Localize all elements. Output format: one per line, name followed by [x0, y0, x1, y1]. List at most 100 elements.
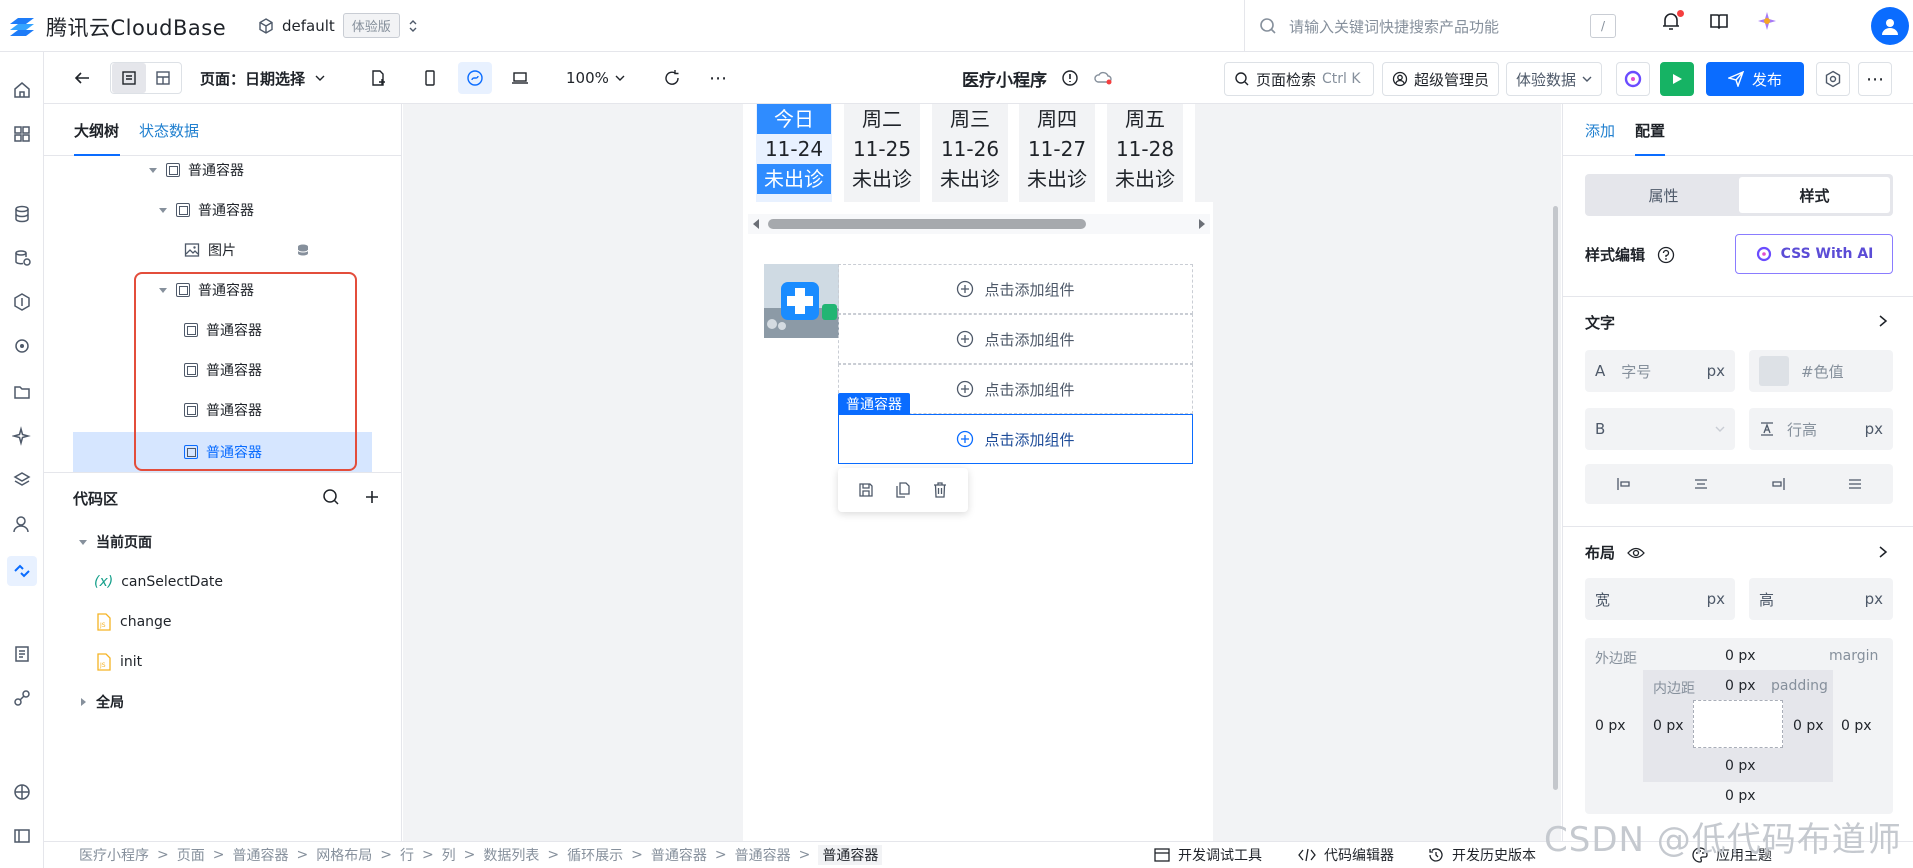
- padding-top-value[interactable]: 0 px: [1725, 678, 1756, 694]
- font-size-input[interactable]: A 字号 px: [1585, 350, 1735, 392]
- day-column[interactable]: 周三 11-26 未出诊: [932, 104, 1008, 202]
- cloud-sync-icon[interactable]: [1093, 70, 1113, 86]
- logs-icon[interactable]: [10, 642, 34, 666]
- padding-left-value[interactable]: 0 px: [1653, 718, 1684, 734]
- user-manage-icon[interactable]: [10, 512, 34, 536]
- margin-bottom-value[interactable]: 0 px: [1725, 788, 1756, 804]
- copy-icon[interactable]: [894, 481, 912, 499]
- day-column[interactable]: 周五 11-28 未出诊: [1107, 104, 1183, 202]
- code-search-icon[interactable]: [322, 488, 340, 506]
- tree-node-container[interactable]: 普通容器: [158, 192, 254, 228]
- scroll-right-icon[interactable]: [1198, 219, 1206, 229]
- data-bind-db-icon[interactable]: [296, 243, 310, 257]
- chevron-right-icon[interactable]: [1877, 545, 1889, 559]
- cloud-run-icon[interactable]: [10, 334, 34, 358]
- color-swatch[interactable]: [1759, 356, 1789, 386]
- align-center-icon[interactable]: [1693, 476, 1709, 492]
- settings-button[interactable]: [1816, 62, 1850, 96]
- padding-right-value[interactable]: 0 px: [1793, 718, 1824, 734]
- padding-bottom-value[interactable]: 0 px: [1725, 758, 1756, 774]
- tree-node-image[interactable]: 图片: [184, 232, 310, 268]
- code-item-variable[interactable]: (x) canSelectDate: [94, 564, 223, 600]
- extension-icon[interactable]: [10, 780, 34, 804]
- doctor-image[interactable]: [764, 264, 839, 338]
- breadcrumb-item[interactable]: 页面: [177, 845, 205, 865]
- new-page-icon[interactable]: [362, 62, 394, 94]
- more-menu-button[interactable]: ⋯: [1858, 62, 1892, 96]
- add-component-slot[interactable]: 点击添加组件: [838, 314, 1193, 364]
- align-left-icon[interactable]: [1616, 476, 1632, 492]
- breadcrumb-item[interactable]: 普通容器: [651, 845, 707, 865]
- add-code-icon[interactable]: [364, 489, 380, 505]
- font-weight-select[interactable]: B: [1585, 408, 1735, 450]
- line-height-input[interactable]: 行高 px: [1749, 408, 1893, 450]
- segment-properties[interactable]: 属性: [1588, 177, 1739, 213]
- vertical-scrollbar[interactable]: [1553, 206, 1558, 790]
- horizontal-scrollbar[interactable]: [748, 214, 1210, 234]
- align-justify-icon[interactable]: [1847, 476, 1863, 492]
- global-search[interactable]: 请输入关键词快捷搜索产品功能 /: [1244, 0, 1626, 52]
- more-icon[interactable]: ⋯: [702, 62, 734, 94]
- code-editor-button[interactable]: 代码编辑器: [1298, 845, 1394, 865]
- day-column[interactable]: 周二 11-25 未出诊: [844, 104, 920, 202]
- ai-star-icon[interactable]: [1756, 10, 1778, 32]
- caret-down-icon[interactable]: [158, 205, 168, 215]
- day-column-today[interactable]: 今日 11-24 未出诊: [756, 104, 832, 202]
- breadcrumb-item-current[interactable]: 普通容器: [818, 845, 883, 865]
- history-button[interactable]: 开发历史版本: [1428, 845, 1536, 865]
- breadcrumb-item[interactable]: 网格布局: [316, 845, 372, 865]
- caret-down-icon[interactable]: [148, 165, 158, 175]
- save-as-template-icon[interactable]: [857, 481, 875, 499]
- tab-outline-tree[interactable]: 大纲树: [74, 120, 119, 141]
- segment-style[interactable]: 样式: [1739, 177, 1890, 213]
- chevron-right-icon[interactable]: [1877, 314, 1889, 328]
- breadcrumb-item[interactable]: 普通容器: [735, 845, 791, 865]
- layout-view-icon[interactable]: [146, 63, 180, 93]
- page-selector[interactable]: 页面：日期选择: [200, 62, 325, 94]
- add-component-slot[interactable]: 点击添加组件: [838, 264, 1193, 314]
- env-selector[interactable]: default 体验版: [258, 13, 418, 38]
- breadcrumb-item[interactable]: 循环展示: [567, 845, 623, 865]
- breadcrumb-item[interactable]: 行: [400, 845, 414, 865]
- bell-icon[interactable]: [1660, 10, 1684, 32]
- margin-top-value[interactable]: 0 px: [1725, 648, 1756, 664]
- mobile-view-icon[interactable]: [414, 62, 446, 94]
- devtools-button[interactable]: 开发调试工具: [1154, 845, 1262, 865]
- breadcrumb-item[interactable]: 列: [442, 845, 456, 865]
- miniprogram-view-icon[interactable]: [458, 62, 492, 94]
- breadcrumb-item[interactable]: 数据列表: [483, 845, 539, 865]
- collapse-sidebar-icon[interactable]: [10, 824, 34, 848]
- tab-config[interactable]: 配置: [1635, 120, 1665, 141]
- info-warning-icon[interactable]: [1061, 69, 1079, 87]
- color-input[interactable]: #色值: [1749, 350, 1893, 392]
- refresh-icon[interactable]: [656, 62, 688, 94]
- help-icon[interactable]: [1657, 246, 1675, 264]
- user-avatar[interactable]: [1871, 7, 1909, 45]
- ai-sparkle-icon[interactable]: [10, 424, 34, 448]
- publish-button[interactable]: 发布: [1706, 62, 1804, 96]
- breadcrumb-item[interactable]: 普通容器: [232, 845, 288, 865]
- data-mode-select[interactable]: 体验数据: [1506, 62, 1603, 96]
- outline-view-icon[interactable]: [112, 63, 146, 93]
- search-input[interactable]: 请输入关键词快捷搜索产品功能: [1289, 16, 1499, 37]
- database-icon[interactable]: [10, 202, 34, 226]
- desktop-view-icon[interactable]: [504, 62, 536, 94]
- brand-logo[interactable]: 腾讯云CloudBase: [8, 12, 226, 42]
- align-right-icon[interactable]: [1770, 476, 1786, 492]
- breadcrumb-item[interactable]: 医疗小程序: [79, 845, 149, 865]
- tab-add[interactable]: 添加: [1585, 120, 1615, 141]
- css-with-ai-button[interactable]: CSS With AI: [1735, 234, 1893, 274]
- margin-left-value[interactable]: 0 px: [1595, 718, 1626, 734]
- delete-icon[interactable]: [931, 481, 949, 499]
- tab-state-data[interactable]: 状态数据: [139, 120, 199, 141]
- scrollbar-thumb[interactable]: [768, 219, 1086, 229]
- home-icon[interactable]: [10, 78, 34, 102]
- layers-icon[interactable]: [10, 468, 34, 492]
- code-item-js[interactable]: JS change: [96, 604, 172, 640]
- data-model-icon[interactable]: [10, 246, 34, 270]
- apps-grid-icon[interactable]: [10, 122, 34, 146]
- height-input[interactable]: 高 px: [1749, 578, 1893, 620]
- storage-folder-icon[interactable]: [10, 380, 34, 404]
- code-item-js[interactable]: JS init: [96, 644, 142, 680]
- code-group-current-page[interactable]: 当前页面: [78, 524, 152, 560]
